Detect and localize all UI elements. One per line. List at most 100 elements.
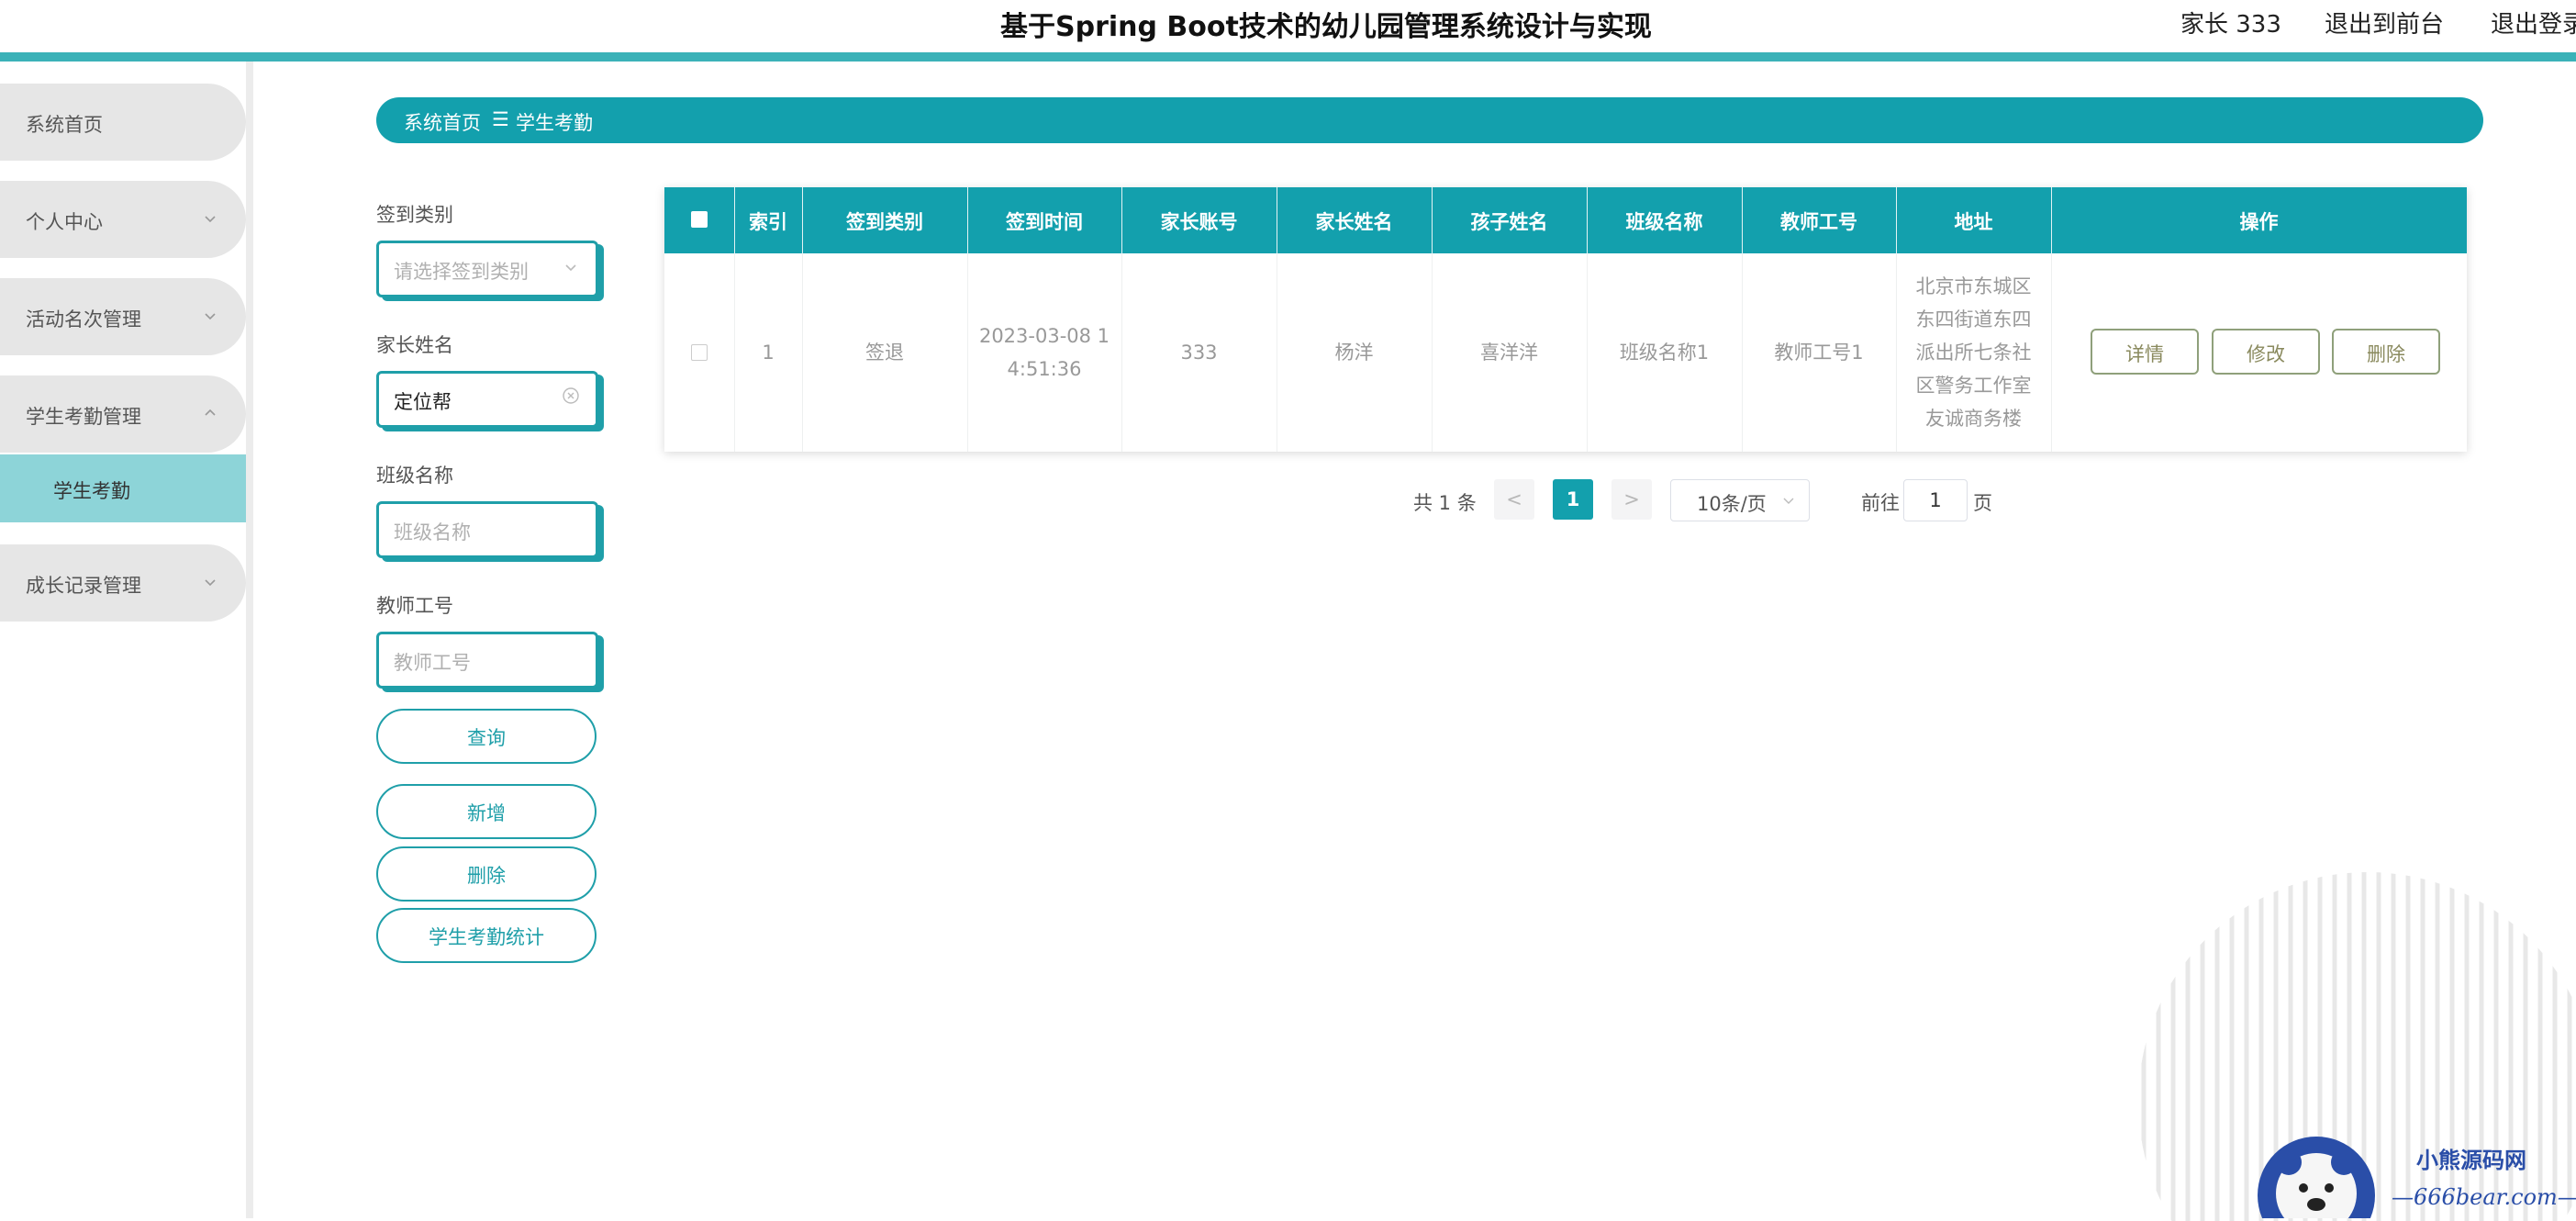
cell-account: 333 — [1121, 253, 1277, 452]
column-header: 地址 — [1896, 187, 2052, 253]
column-header: 家长姓名 — [1277, 187, 1433, 253]
column-header: 教师工号 — [1742, 187, 1897, 253]
column-header: 家长账号 — [1121, 187, 1277, 253]
chevron-up-icon — [205, 409, 216, 416]
column-header: 签到时间 — [967, 187, 1122, 253]
page-number-current[interactable]: 1 — [1553, 479, 1593, 520]
chevron-down-icon — [205, 313, 216, 320]
column-header: 签到类别 — [802, 187, 968, 253]
clear-icon[interactable] — [561, 386, 581, 406]
sidebar-item-personal-center[interactable]: 个人中心 — [0, 181, 246, 258]
chevron-down-icon — [205, 579, 216, 587]
breadcrumb-home[interactable]: 系统首页 — [404, 108, 481, 136]
cell-time-line: 2023-03-08 1 — [978, 325, 1110, 347]
row-checkbox[interactable] — [691, 344, 708, 361]
class-name-label: 班级名称 — [376, 465, 453, 487]
breadcrumb-current: 学生考勤 — [516, 112, 593, 134]
add-button-label: 新增 — [467, 802, 506, 824]
prev-page-button[interactable]: < — [1494, 479, 1534, 520]
address-line: 派出所七条社 — [1915, 342, 2032, 364]
batch-delete-button[interactable]: 删除 — [376, 846, 597, 902]
sidebar: 系统首页 个人中心 活动名次管理 学生考勤管理 学生考勤 成长记录管理 — [0, 62, 253, 1218]
cell-child-name: 喜洋洋 — [1432, 253, 1588, 452]
sidebar-item-label: 活动名次管理 — [26, 308, 141, 330]
teacher-id-label: 教师工号 — [376, 595, 453, 617]
top-header: 基于Spring Boot技术的幼儿园管理系统设计与实现 家长 333 退出到前… — [0, 0, 2576, 53]
query-button[interactable]: 查询 — [376, 709, 597, 764]
chevron-down-icon — [1783, 498, 1794, 504]
chevron-left-icon: < — [1506, 488, 1522, 510]
page-suffix: 页 — [1973, 492, 1992, 514]
batch-delete-button-label: 删除 — [467, 865, 506, 887]
address-line: 东四街道东四 — [1915, 308, 2032, 330]
type-placeholder: 请选择签到类别 — [394, 261, 529, 283]
class-name-placeholder: 班级名称 — [394, 521, 471, 543]
current-user: 家长 333 — [2180, 11, 2281, 39]
attendance-stats-button-label: 学生考勤统计 — [429, 926, 544, 948]
address-line: 友诚商务楼 — [1925, 408, 2022, 430]
teacher-id-input[interactable]: 教师工号 — [376, 632, 598, 689]
query-button-label: 查询 — [467, 727, 506, 749]
table-header: 索引 签到类别 签到时间 家长账号 家长姓名 孩子姓名 班级名称 教师工号 地址… — [664, 187, 2467, 253]
add-button[interactable]: 新增 — [376, 784, 597, 839]
breadcrumb-separator-icon: ☰ — [492, 108, 509, 130]
page-size-value: 10条/页 — [1697, 493, 1767, 515]
chevron-down-icon — [565, 264, 576, 272]
select-all-checkbox[interactable] — [691, 211, 708, 228]
address-line: 区警务工作室 — [1915, 375, 2032, 397]
chevron-right-icon: > — [1623, 488, 1640, 510]
back-to-front-link[interactable]: 退出到前台 — [2325, 6, 2444, 39]
parent-name-label: 家长姓名 — [376, 334, 453, 356]
column-header: 班级名称 — [1587, 187, 1743, 253]
sidebar-item-label: 学生考勤管理 — [26, 406, 141, 428]
sidebar-subitem-label: 学生考勤 — [53, 480, 130, 502]
cell-class-name: 班级名称1 — [1587, 253, 1743, 452]
sidebar-item-activity-ranking[interactable]: 活动名次管理 — [0, 278, 246, 355]
sidebar-item-home[interactable]: 系统首页 — [0, 84, 246, 161]
attendance-table: 索引 签到类别 签到时间 家长账号 家长姓名 孩子姓名 班级名称 教师工号 地址… — [664, 187, 2467, 452]
type-label: 签到类别 — [376, 204, 453, 226]
sidebar-item-growth-records[interactable]: 成长记录管理 — [0, 544, 246, 622]
breadcrumb: 系统首页 ☰ 学生考勤 — [376, 97, 2483, 143]
edit-button-label: 修改 — [2247, 343, 2285, 365]
detail-button-label: 详情 — [2125, 343, 2164, 365]
goto-page-input[interactable]: 1 — [1903, 479, 1968, 521]
cell-time-line: 4:51:36 — [1007, 358, 1082, 380]
type-select[interactable]: 请选择签到类别 — [376, 241, 598, 297]
sidebar-item-label: 成长记录管理 — [26, 575, 141, 597]
cell-time: 2023-03-08 1 4:51:36 — [967, 253, 1122, 452]
sidebar-item-attendance-management[interactable]: 学生考勤管理 — [0, 375, 246, 453]
attendance-stats-button[interactable]: 学生考勤统计 — [376, 908, 597, 963]
watermark-site: 小熊源码网 — [2416, 1148, 2526, 1173]
logout-link[interactable]: 退出登录 — [2491, 6, 2576, 39]
next-page-button[interactable]: > — [1611, 479, 1652, 520]
pagination-total: 共 1 条 — [1413, 492, 1477, 514]
sidebar-item-label: 系统首页 — [26, 114, 103, 136]
watermark-logo: 小熊源码网 —666bear.com— — [2258, 1137, 2576, 1218]
cell-teacher-id: 教师工号1 — [1742, 253, 1897, 452]
delete-row-button[interactable]: 删除 — [2332, 329, 2440, 375]
column-header: 孩子姓名 — [1432, 187, 1588, 253]
chevron-down-icon — [205, 216, 216, 223]
cell-actions: 详情 修改 删除 — [2051, 253, 2467, 452]
edit-button[interactable]: 修改 — [2212, 329, 2320, 375]
header-select-all — [664, 187, 735, 253]
page-size-select[interactable]: 10条/页 — [1670, 479, 1810, 521]
cell-index: 1 — [734, 253, 803, 452]
header-divider — [0, 52, 2576, 62]
cell-parent-name: 杨洋 — [1277, 253, 1433, 452]
class-name-input[interactable]: 班级名称 — [376, 501, 598, 558]
sidebar-subitem-student-attendance[interactable]: 学生考勤 — [0, 454, 246, 522]
detail-button[interactable]: 详情 — [2091, 329, 2199, 375]
address-line: 北京市东城区 — [1915, 275, 2032, 297]
teacher-id-placeholder: 教师工号 — [394, 652, 471, 674]
column-header: 索引 — [734, 187, 803, 253]
goto-label: 前往 — [1861, 492, 1900, 514]
watermark-url: —666bear.com— — [2392, 1184, 2576, 1210]
parent-name-value: 定位帮 — [394, 391, 452, 413]
row-select-cell — [664, 253, 735, 452]
cell-address: 北京市东城区 东四街道东四 派出所七条社 区警务工作室 友诚商务楼 — [1896, 253, 2052, 452]
parent-name-input[interactable]: 定位帮 — [376, 371, 598, 428]
column-header: 操作 — [2239, 211, 2279, 233]
app-title: 基于Spring Boot技术的幼儿园管理系统设计与实现 — [1000, 11, 1652, 43]
